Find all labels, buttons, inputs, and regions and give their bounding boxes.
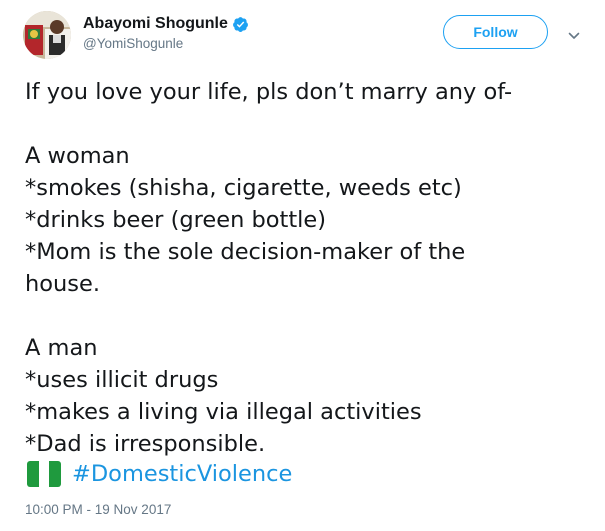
avatar-image bbox=[23, 11, 71, 59]
tweet-text-line bbox=[25, 300, 585, 332]
tweet-text-line bbox=[25, 108, 585, 140]
follow-button[interactable]: Follow bbox=[443, 15, 548, 49]
author-display-name[interactable]: Abayomi Shogunle bbox=[83, 15, 228, 33]
tweet-text-line: *uses illicit drugs bbox=[25, 367, 219, 393]
tweet-text-line: *smokes (shisha, cigarette, weeds etc) bbox=[25, 175, 462, 201]
tweet-timestamp[interactable]: 10:00 PM - 19 Nov 2017 bbox=[25, 502, 171, 517]
tweet-text-line: If you love your life, pls don’t marry a… bbox=[25, 79, 513, 105]
tweet-text-line: A man bbox=[25, 335, 98, 361]
author-handle[interactable]: @YomiShogunle bbox=[83, 36, 183, 51]
tweet-text-line: A woman bbox=[25, 143, 130, 169]
tweet-text: If you love your life, pls don’t marry a… bbox=[25, 76, 585, 460]
author-name-row: Abayomi Shogunle bbox=[83, 13, 249, 35]
nigeria-flag-icon bbox=[27, 461, 61, 487]
avatar[interactable] bbox=[23, 11, 71, 59]
hashtag-line: #DomesticViolence bbox=[27, 458, 292, 490]
tweet-text-line: house. bbox=[25, 271, 101, 297]
tweet-text-line: *Dad is irresponsible. bbox=[25, 431, 266, 457]
tweet-text-line: *makes a living via illegal activities bbox=[25, 399, 422, 425]
chevron-down-icon[interactable] bbox=[568, 27, 580, 39]
verified-badge-icon bbox=[232, 16, 249, 33]
hashtag-link[interactable]: #DomesticViolence bbox=[72, 461, 292, 487]
tweet-text-line: *drinks beer (green bottle) bbox=[25, 207, 327, 233]
tweet-card: Abayomi Shogunle @YomiShogunle Follow If… bbox=[0, 0, 605, 531]
tweet-text-line: *Mom is the sole decision-maker of the bbox=[25, 239, 466, 265]
